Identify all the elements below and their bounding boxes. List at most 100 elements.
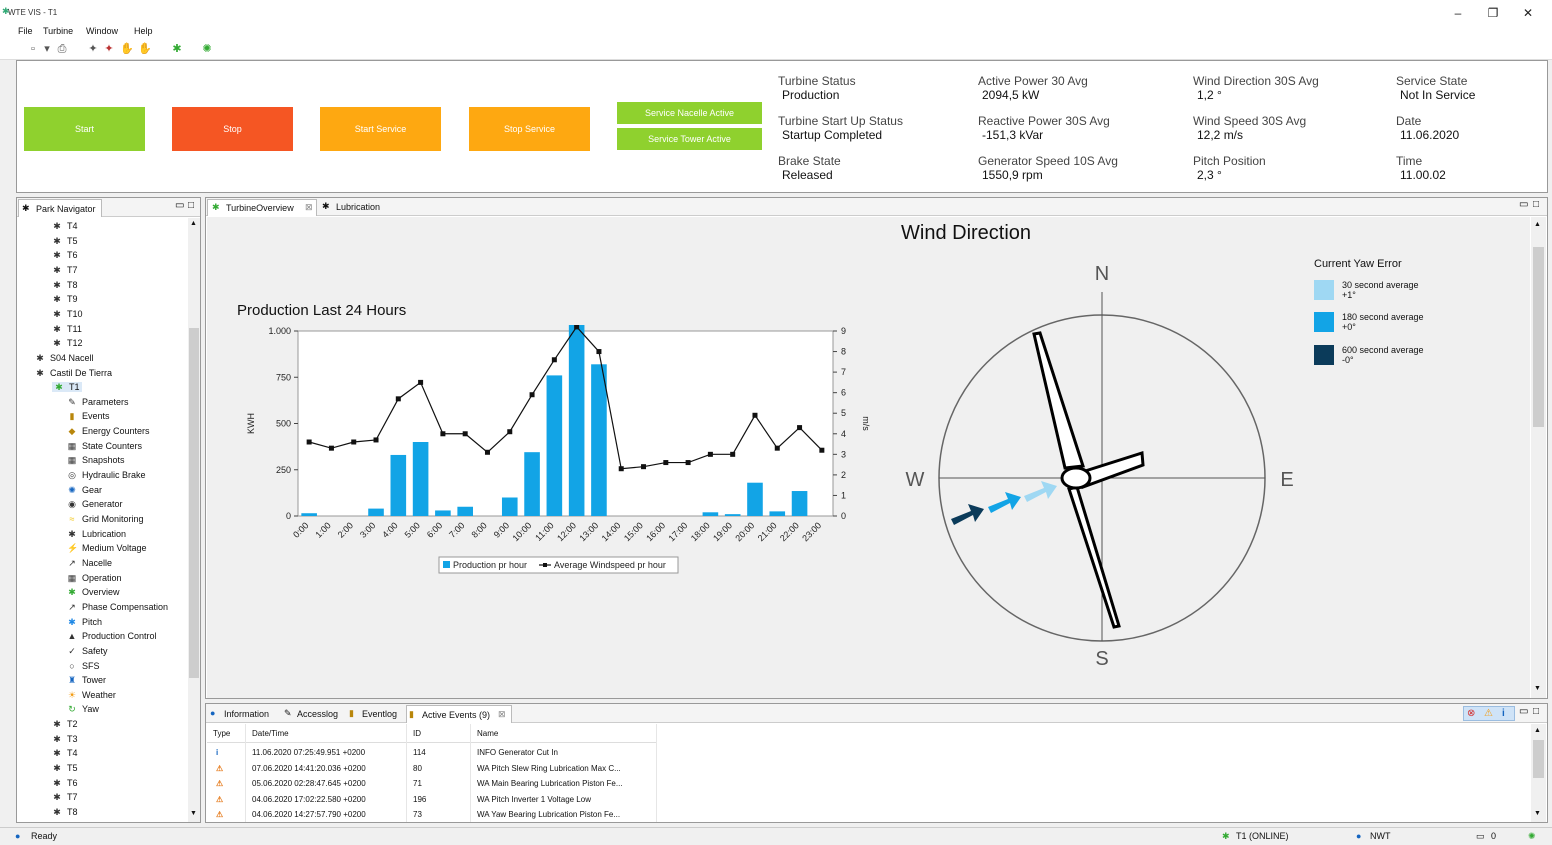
minimize-button[interactable]: –: [1443, 4, 1473, 22]
tree-item[interactable]: ✱ Lubrication: [67, 529, 126, 539]
tree-item[interactable]: ✱ Overview: [67, 587, 119, 597]
tree-item-label: T8: [67, 279, 78, 290]
tab-active-events[interactable]: ▮ Active Events (9) ⊠: [406, 705, 512, 723]
close-tab-icon[interactable]: ⊠: [498, 709, 506, 720]
filter-warning-icon[interactable]: ⚠: [1484, 708, 1493, 719]
print-icon[interactable]: ⎙: [55, 42, 69, 56]
scroll-up-icon[interactable]: ▲: [1534, 727, 1541, 734]
tree-item[interactable]: ✱ T6: [52, 250, 77, 260]
tree-item[interactable]: ↻ Yaw: [67, 704, 99, 714]
turbine-icon[interactable]: ✱: [170, 42, 184, 56]
tab-information[interactable]: ● Information: [208, 705, 280, 723]
menu-turbine[interactable]: Turbine: [43, 24, 73, 38]
tree-item[interactable]: ✱ T11: [52, 324, 82, 334]
minimize-editor-icon[interactable]: ▭: [1519, 199, 1528, 210]
tree-item[interactable]: ✱ T12: [52, 338, 82, 348]
close-tab-icon[interactable]: ⊠: [305, 202, 313, 213]
col-datetime-header[interactable]: Date/Time: [252, 729, 289, 738]
tree-item[interactable]: ✱ T1: [52, 382, 82, 393]
stop-button[interactable]: Stop: [172, 107, 293, 151]
scroll-up-icon[interactable]: ▲: [190, 220, 197, 227]
tree-item[interactable]: ▲ Production Control: [67, 631, 157, 641]
tree-item[interactable]: ○ SFS: [67, 661, 99, 671]
dropdown-icon[interactable]: ▾: [40, 42, 54, 56]
editor-scroll-thumb[interactable]: [1533, 247, 1544, 427]
navigator-scroll-thumb[interactable]: [189, 328, 199, 678]
stop-service-button[interactable]: Stop Service: [469, 107, 590, 151]
tab-turbine-overview[interactable]: ✱ TurbineOverview ⊠: [207, 199, 317, 216]
navigator-scrollbar[interactable]: ▲ ▼: [188, 218, 200, 822]
tree-item-label: Phase Compensation: [82, 601, 169, 612]
tree-item[interactable]: ✱ S04 Nacell: [35, 353, 93, 363]
events-scroll-thumb[interactable]: [1533, 740, 1544, 778]
start-service-button[interactable]: Start Service: [320, 107, 441, 151]
menu-window[interactable]: Window: [86, 24, 118, 38]
close-button[interactable]: ✕: [1513, 4, 1543, 22]
tab-eventlog[interactable]: ▮ Eventlog: [347, 705, 403, 723]
service-tower-button[interactable]: Service Tower Active: [617, 128, 762, 150]
col-type-header[interactable]: Type: [213, 729, 230, 738]
maximize-button[interactable]: ❐: [1478, 4, 1508, 22]
tree-item[interactable]: ✱ Pitch: [67, 617, 102, 627]
tool1-icon[interactable]: ✦: [86, 42, 100, 56]
tree-item[interactable]: ☀ Weather: [67, 690, 116, 700]
minimize-panel-icon[interactable]: ▭: [175, 200, 184, 211]
tree-item[interactable]: ✱ T7: [52, 792, 77, 802]
col-id-header[interactable]: ID: [413, 729, 421, 738]
navigator-tab[interactable]: ✱ Park Navigator: [18, 199, 102, 217]
menu-file[interactable]: File: [18, 24, 33, 38]
tab-accesslog[interactable]: ✎ Accesslog: [282, 705, 346, 723]
editor-scrollbar[interactable]: ▲ ▼: [1531, 217, 1546, 698]
gear-icon[interactable]: ✺: [200, 42, 214, 56]
tree-item[interactable]: ✱ T10: [52, 309, 82, 319]
tree-item[interactable]: ↗ Phase Compensation: [67, 602, 168, 612]
tree-item[interactable]: ◆ Energy Counters: [67, 426, 150, 436]
stat-value: 1,2 °: [1197, 88, 1222, 102]
tree-item[interactable]: ◉ Generator: [67, 499, 122, 509]
filter-error-icon[interactable]: ⊗: [1467, 708, 1475, 719]
scroll-down-icon[interactable]: ▼: [190, 810, 197, 817]
tree-item[interactable]: ♜ Tower: [67, 675, 106, 685]
tree-item[interactable]: ⚡ Medium Voltage: [67, 543, 147, 553]
start-button[interactable]: Start: [24, 107, 145, 151]
maximize-editor-icon[interactable]: □: [1533, 199, 1539, 210]
tree-item[interactable]: ✱ T5: [52, 236, 77, 246]
tree-item[interactable]: ▮ Events: [67, 411, 110, 421]
scroll-up-icon[interactable]: ▲: [1534, 221, 1541, 228]
tree-item[interactable]: ✱ T4: [52, 748, 77, 758]
tool3-icon[interactable]: ✋: [120, 42, 134, 56]
tree-item[interactable]: ✱ T2: [52, 719, 77, 729]
scroll-down-icon[interactable]: ▼: [1534, 810, 1541, 817]
tree-item[interactable]: ▦ State Counters: [67, 441, 142, 451]
tree-item[interactable]: ✱ T6: [52, 778, 77, 788]
service-nacelle-button[interactable]: Service Nacelle Active: [617, 102, 762, 124]
tree-item[interactable]: ✓ Safety: [67, 646, 107, 656]
tree-item[interactable]: ▦ Operation: [67, 573, 122, 583]
minimize-events-icon[interactable]: ▭: [1519, 706, 1528, 717]
filter-info-icon[interactable]: i: [1502, 708, 1505, 719]
tab-lubrication[interactable]: ✱ Lubrication: [318, 199, 408, 216]
tree-item[interactable]: ✱ T9: [52, 294, 77, 304]
tree-item[interactable]: ✱ T8: [52, 807, 77, 817]
tree-item[interactable]: ≈ Grid Monitoring: [67, 514, 144, 524]
tree-item[interactable]: ✱ T7: [52, 265, 77, 275]
maximize-panel-icon[interactable]: □: [188, 200, 194, 211]
tree-item[interactable]: ✱ Castil De Tierra: [35, 368, 112, 378]
tree-item[interactable]: ✱ T3: [52, 734, 77, 744]
tree-item[interactable]: ▦ Snapshots: [67, 455, 125, 465]
tool2-icon[interactable]: ✦: [102, 42, 116, 56]
tool4-icon[interactable]: ✋: [138, 42, 152, 56]
maximize-events-icon[interactable]: □: [1533, 706, 1539, 717]
col-name-header[interactable]: Name: [477, 729, 498, 738]
tree-item[interactable]: ✺ Gear: [67, 485, 102, 495]
tree-item[interactable]: ✱ T8: [52, 279, 78, 290]
scroll-down-icon[interactable]: ▼: [1534, 685, 1541, 692]
menu-help[interactable]: Help: [134, 24, 153, 38]
tree-item[interactable]: ✱ T4: [52, 221, 77, 231]
tree-item[interactable]: ✱ T5: [52, 763, 77, 773]
events-scrollbar[interactable]: ▲ ▼: [1531, 724, 1546, 822]
new-icon[interactable]: ▫: [26, 42, 40, 56]
tree-item[interactable]: ◎ Hydraulic Brake: [67, 470, 145, 480]
tree-item[interactable]: ✎ Parameters: [67, 397, 128, 407]
tree-item[interactable]: ↗ Nacelle: [67, 558, 112, 568]
